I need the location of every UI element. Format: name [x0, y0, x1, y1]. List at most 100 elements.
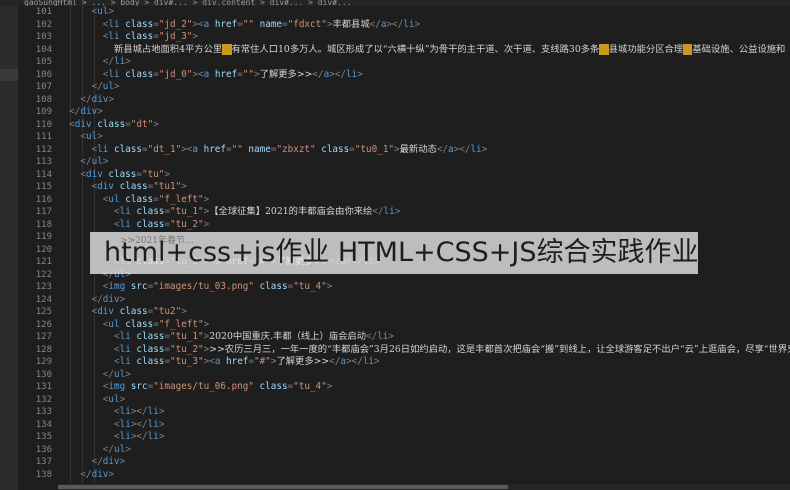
- code-token: >: [158, 431, 165, 442]
- code-line[interactable]: </div>: [80, 94, 114, 107]
- code-token: >: [158, 406, 165, 417]
- line-number: 137: [35, 457, 52, 467]
- code-token: li: [377, 331, 389, 342]
- line-number: 114: [35, 169, 52, 180]
- code-line[interactable]: </li>: [103, 56, 131, 69]
- code-line[interactable]: <div class="dt">: [69, 119, 159, 132]
- code-token: 2020中国重庆.丰都（线上）庙会启动: [209, 331, 366, 342]
- code-line[interactable]: </div>: [80, 469, 114, 482]
- code-token: >: [97, 106, 103, 117]
- line-number: 109: [35, 107, 52, 117]
- code-token: class: [119, 318, 154, 330]
- code-token: li: [147, 418, 159, 430]
- code-line[interactable]: <li class="tu_3"><a href="#">了解更多>></a><…: [114, 356, 380, 369]
- code-line[interactable]: <div class="tu1">: [92, 181, 187, 194]
- banner-title: html+css+js作业 HTML+CSS+JS综合实践作业集锦: [104, 237, 753, 268]
- code-token: li: [362, 356, 375, 367]
- line-number: 119: [35, 232, 52, 242]
- code-token: class: [108, 143, 142, 155]
- code-token: ul: [108, 318, 120, 330]
- code-token: ，: [599, 43, 609, 55]
- code-line[interactable]: <ul>: [103, 394, 125, 407]
- code-line[interactable]: 新县城占地面积4平方公里，有常住人口10多万人。城区形成了以“六横十纵”为骨干的…: [114, 43, 785, 57]
- code-token: div: [97, 181, 114, 192]
- line-number: 110: [35, 119, 52, 130]
- code-token: href: [198, 143, 227, 155]
- code-token: href: [220, 356, 249, 367]
- code-line[interactable]: </ul>: [92, 81, 120, 94]
- code-line[interactable]: <li class="dt_1"><a href="" name="zbxzt"…: [92, 144, 488, 157]
- code-token: >>农历三月三，一年一度的“丰都庙会”3月26日如约启动，这是丰都首次把庙会“搬…: [209, 343, 790, 355]
- code-token: ul: [114, 368, 126, 380]
- code-token: li: [470, 143, 482, 155]
- code-line[interactable]: </ul>: [103, 369, 131, 382]
- code-line[interactable]: </div>: [92, 456, 126, 469]
- code-token: >: [326, 281, 333, 292]
- code-token: "zbxzt": [276, 143, 316, 155]
- code-line[interactable]: <ul>: [92, 6, 114, 19]
- code-line[interactable]: <li class="jd_2"><a href="" name="fdxct"…: [103, 19, 420, 32]
- code-line[interactable]: <li></li>: [114, 406, 164, 419]
- code-token: >: [108, 6, 115, 17]
- code-line[interactable]: <img src="images/tu_06.png" class="tu_4"…: [103, 381, 333, 394]
- horizontal-scrollbar[interactable]: [58, 484, 790, 490]
- indent-guide: [82, 6, 83, 490]
- code-token: name: [242, 143, 271, 155]
- code-line[interactable]: <li class="tu_2">>>农历三月三，一年一度的“丰都庙会”3月26…: [114, 344, 790, 357]
- line-number: 121: [35, 257, 52, 267]
- code-token: "tu2": [153, 306, 182, 317]
- code-token: "f_left": [158, 193, 204, 205]
- line-number-gutter: 101 102 103 104 105 106 107 108 109 110 111 112 113 1…: [18, 6, 58, 490]
- line-number: 125: [35, 307, 52, 317]
- code-token: </: [329, 356, 341, 367]
- code-token: </: [102, 368, 114, 380]
- code-line[interactable]: <li class="tu_1">【全球征集】2021的丰都庙会由你来绘</li…: [114, 206, 400, 219]
- code-line[interactable]: <ul class="f_left">: [103, 319, 209, 332]
- code-token: </: [91, 456, 103, 467]
- code-line[interactable]: </div>: [92, 294, 126, 307]
- line-number: 105: [35, 57, 52, 67]
- code-line[interactable]: </div>: [69, 106, 103, 119]
- code-token: name: [254, 18, 283, 30]
- code-line[interactable]: <ul class="f_left">: [103, 194, 209, 207]
- code-line[interactable]: <li class="jd_0"><a href="">了解更多>></a></…: [103, 69, 363, 82]
- code-line[interactable]: <img src="images/tu_03.png" class="tu_4"…: [103, 281, 333, 294]
- code-token: class: [114, 306, 148, 317]
- code-line[interactable]: <div class="tu2">: [92, 306, 187, 319]
- code-line[interactable]: <li></li>: [114, 431, 164, 444]
- code-token: ></: [346, 356, 363, 367]
- line-number: 134: [35, 419, 52, 430]
- code-token: li: [119, 356, 131, 367]
- code-token: ></: [453, 143, 471, 155]
- scrollbar-thumb[interactable]: [58, 485, 508, 489]
- code-token: >: [102, 156, 109, 167]
- code-line[interactable]: </ul>: [80, 156, 108, 169]
- line-number: 101: [35, 7, 52, 17]
- code-token: >: [125, 443, 131, 455]
- code-line[interactable]: <div class="tu">: [80, 169, 170, 182]
- code-token: li: [108, 68, 120, 80]
- code-line[interactable]: <li class="tu_2">: [114, 219, 209, 232]
- code-token: class: [130, 343, 165, 355]
- code-token: "tu_4": [293, 281, 327, 292]
- code-token: >: [108, 468, 114, 480]
- line-number: 126: [35, 319, 52, 330]
- code-line[interactable]: <li></li>: [114, 419, 164, 432]
- code-token: ul: [108, 393, 120, 405]
- code-token: ><: [192, 68, 204, 80]
- line-number: 107: [35, 82, 52, 92]
- code-token: "jd_0": [158, 68, 193, 80]
- code-token: "fdxct": [287, 18, 327, 30]
- code-line[interactable]: <li class="jd_3">: [103, 31, 198, 44]
- code-token: ><: [203, 356, 215, 367]
- code-line[interactable]: </ul>: [103, 444, 131, 457]
- line-number: 102: [35, 19, 52, 30]
- code-token: li: [119, 406, 131, 417]
- code-token: ></: [130, 418, 148, 430]
- code-token: </: [102, 56, 114, 67]
- code-token: </: [369, 18, 381, 30]
- code-line[interactable]: <li class="tu_1">2020中国重庆.丰都（线上）庙会启动</li…: [114, 331, 394, 344]
- code-token: li: [119, 343, 131, 355]
- code-line[interactable]: <ul>: [80, 131, 102, 144]
- code-token: div: [80, 106, 98, 117]
